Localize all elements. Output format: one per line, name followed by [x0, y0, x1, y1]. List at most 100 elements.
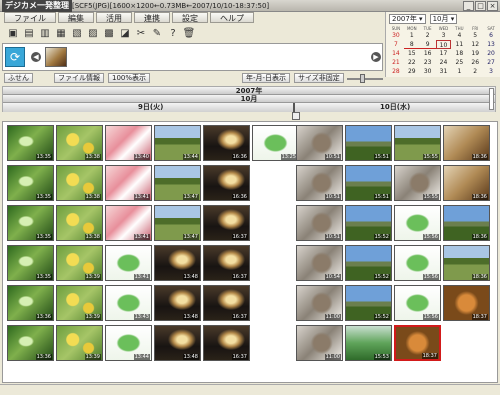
photo-thumbnail[interactable]: 15:51	[345, 165, 392, 201]
calendar-day[interactable]: 26	[467, 58, 483, 67]
maximize-button[interactable]: □	[475, 1, 486, 11]
calendar-day[interactable]: 31	[436, 67, 452, 76]
file-info-button[interactable]: ファイル情報	[54, 73, 104, 83]
photo-thumbnail[interactable]: 15:53	[345, 325, 392, 361]
tool-icon[interactable]: ✎	[150, 27, 164, 41]
calendar-day[interactable]: 18	[451, 49, 467, 58]
menu-help[interactable]: ヘルプ	[210, 12, 254, 23]
calendar-day[interactable]: 2	[420, 31, 436, 40]
calendar-day[interactable]: 7	[388, 40, 404, 49]
month-select[interactable]: 10月 ▾	[429, 14, 458, 24]
photo-thumbnail[interactable]: 13:48	[154, 285, 201, 321]
menu-edit[interactable]: 編集	[58, 12, 94, 23]
photo-thumbnail[interactable]: 18:36	[443, 165, 490, 201]
save-icon[interactable]: ▤	[22, 27, 36, 41]
photo-thumbnail[interactable]: 10:51	[296, 205, 343, 241]
calendar-day[interactable]: 3	[436, 31, 452, 40]
photo-thumbnail[interactable]: 13:39	[56, 285, 103, 321]
scissors-icon[interactable]: ✂	[134, 27, 148, 41]
photo-thumbnail[interactable]: 13:39	[56, 325, 103, 361]
photo-thumbnail[interactable]: 11:00	[296, 325, 343, 361]
photo-thumbnail[interactable]: 13:38	[56, 205, 103, 241]
photo-thumbnail[interactable]: 18:37	[443, 285, 490, 321]
calendar-day[interactable]: 30	[420, 67, 436, 76]
calendar-day[interactable]: 11	[451, 40, 467, 49]
photo-thumbnail[interactable]: 13:36	[7, 285, 54, 321]
help-icon[interactable]: ?	[166, 27, 180, 41]
calendar-day[interactable]: 24	[436, 58, 452, 67]
photo-thumbnail[interactable]: 18:36	[443, 205, 490, 241]
size-fixed-button[interactable]: サイズ非固定	[294, 73, 344, 83]
timeline-day-9[interactable]: 9日(火)	[138, 103, 163, 112]
calendar-day[interactable]: 3	[483, 67, 499, 76]
photo-thumbnail[interactable]: 13:47	[154, 205, 201, 241]
photo-thumbnail[interactable]: 13:38	[56, 165, 103, 201]
timeline-day-10[interactable]: 10日(水)	[380, 103, 410, 112]
photo-thumbnail[interactable]: 16:37	[203, 245, 250, 281]
photo-thumbnail[interactable]: 15:56	[394, 245, 441, 281]
timeline-scroll-handle[interactable]	[489, 88, 494, 110]
photo-thumbnail[interactable]: 13:48	[154, 325, 201, 361]
calendar-day[interactable]: 17	[436, 49, 452, 58]
photo-thumbnail[interactable]: 16:37	[203, 325, 250, 361]
zoom-slider-track[interactable]	[347, 78, 383, 80]
calendar-day[interactable]: 15	[404, 49, 420, 58]
menu-use[interactable]: 活用	[96, 12, 132, 23]
close-button[interactable]: ×	[487, 1, 498, 11]
photo-thumbnail[interactable]: 16:37	[203, 205, 250, 241]
calendar-day[interactable]: 12	[467, 40, 483, 49]
open-icon[interactable]: ▣	[6, 27, 20, 41]
date-display-button[interactable]: 年-月-日表示	[242, 73, 291, 83]
zoom-button[interactable]: 100%表示	[108, 73, 151, 83]
strip-left-arrow-icon[interactable]: ◀	[31, 52, 41, 62]
photo-thumbnail[interactable]: 18:37	[394, 325, 441, 361]
photo-thumbnail[interactable]: 13:48	[154, 245, 201, 281]
photo-thumbnail[interactable]: 18:36	[443, 245, 490, 281]
stamp-icon[interactable]: ▩	[102, 27, 116, 41]
calendar-day[interactable]: 28	[388, 67, 404, 76]
photo-thumbnail[interactable]: 13:40	[105, 125, 152, 161]
strip-right-arrow-icon[interactable]: ▶	[371, 52, 381, 62]
photo-thumbnail[interactable]: 13:36	[7, 325, 54, 361]
photo-thumbnail[interactable]: 15:51	[345, 125, 392, 161]
photo-thumbnail[interactable]: 16:36	[203, 165, 250, 201]
photo-thumbnail[interactable]: 11:00	[296, 285, 343, 321]
mail-icon[interactable]: ▨	[86, 27, 100, 41]
calendar-day[interactable]: 8	[403, 40, 420, 49]
photo-thumbnail[interactable]: 13:47	[154, 165, 201, 201]
photo-thumbnail[interactable]: 10:51	[296, 125, 343, 161]
zoom-slider-handle[interactable]	[360, 74, 365, 83]
rotate-icon[interactable]: ◪	[118, 27, 132, 41]
calendar-day[interactable]: 22	[404, 58, 420, 67]
strip-thumbnail[interactable]	[45, 47, 67, 67]
calendar-day[interactable]: 21	[388, 58, 404, 67]
photo-thumbnail[interactable]: 15:56	[394, 285, 441, 321]
photo-thumbnail[interactable]: 13:41	[105, 245, 152, 281]
calendar-day[interactable]: 4	[451, 31, 467, 40]
calendar-day[interactable]: 25	[451, 58, 467, 67]
photo-thumbnail[interactable]: 13:35	[7, 125, 54, 161]
calendar-day[interactable]: 29	[404, 67, 420, 76]
fusen-button[interactable]: ふせん	[4, 73, 33, 83]
photo-thumbnail[interactable]: 13:44	[105, 325, 152, 361]
menu-settings[interactable]: 設定	[172, 12, 208, 23]
calendar-day[interactable]: 30	[388, 31, 404, 40]
timeline-cursor-handle[interactable]	[292, 112, 300, 120]
calendar-day[interactable]: 20	[483, 49, 499, 58]
minimize-button[interactable]: _	[463, 1, 474, 11]
photo-thumbnail[interactable]: 13:44	[154, 125, 201, 161]
photo-thumbnail[interactable]: 13:35	[7, 245, 54, 281]
year-select[interactable]: 2007年 ▾	[389, 14, 426, 24]
calendar-day[interactable]: 19	[467, 49, 483, 58]
photo-thumbnail[interactable]: 16:37	[203, 285, 250, 321]
copy-icon[interactable]: ▥	[38, 27, 52, 41]
print-icon[interactable]: ▦	[54, 27, 68, 41]
calendar-day[interactable]: 2	[467, 67, 483, 76]
menu-file[interactable]: ファイル	[4, 12, 56, 23]
photo-thumbnail[interactable]: 13:38	[56, 125, 103, 161]
photo-thumbnail[interactable]: 15:55	[394, 165, 441, 201]
calendar-day[interactable]: 1	[451, 67, 467, 76]
photo-thumbnail[interactable]: 13:41	[105, 165, 152, 201]
calendar-day[interactable]: 13	[483, 40, 499, 49]
refresh-icon[interactable]: ⟳	[5, 47, 25, 67]
